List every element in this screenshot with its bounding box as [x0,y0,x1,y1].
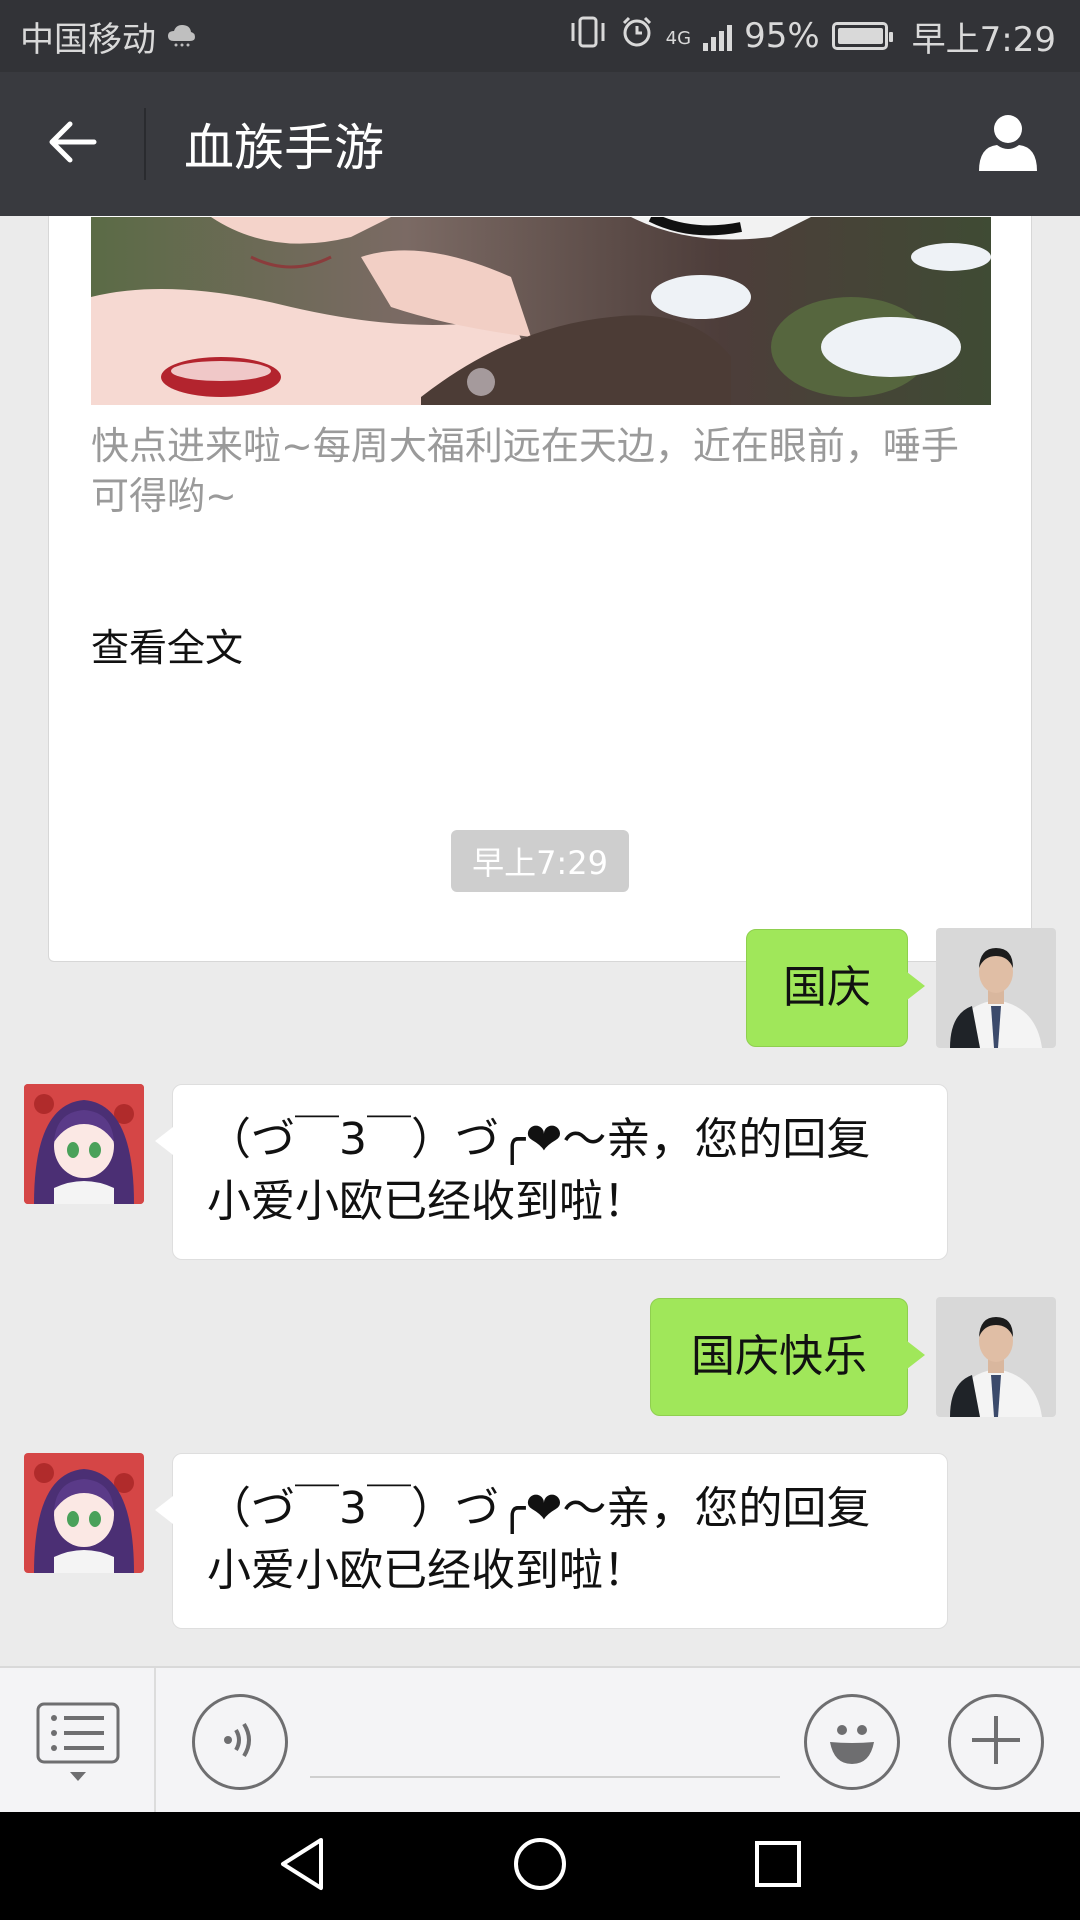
input-bar [0,1666,1080,1814]
read-more-link[interactable]: 查看全文 [91,617,243,672]
alarm-clock-icon [620,15,654,58]
chat-header: 血族手游 [0,72,1080,216]
input-divider [154,1668,156,1814]
battery-icon [831,22,893,50]
status-time-label: 早上7:29 [911,19,1056,60]
sent-message-bubble[interactable]: 国庆 [746,929,925,1047]
nav-back-button[interactable] [270,1834,334,1898]
menu-toggle-button[interactable] [36,1702,120,1784]
header-divider [144,108,146,180]
message-text: （づ￣3￣）づ╭❤～亲，您的回复小爱小欧已经收到啦！ [207,1483,871,1596]
triangle-back-icon [277,1836,327,1896]
nav-home-button[interactable] [508,1834,572,1898]
received-message-bubble[interactable]: （づ￣3￣）づ╭❤～亲，您的回复小爱小欧已经收到啦！ [155,1084,948,1260]
bot-avatar[interactable] [24,1453,144,1573]
article-description: 快点进来啦~每周大福利远在天边，近在眼前，唾手可得哟~ [91,424,959,518]
received-message-bubble[interactable]: （づ￣3￣）づ╭❤～亲，您的回复小爱小欧已经收到啦！ [155,1453,948,1629]
plus-icon [968,1712,1024,1772]
nav-recent-button[interactable] [746,1834,810,1898]
voice-icon [220,1720,260,1764]
person-icon [975,109,1041,179]
sent-message-bubble[interactable]: 国庆快乐 [650,1298,925,1416]
message-text: （づ￣3￣）づ╭❤～亲，您的回复小爱小欧已经收到啦！ [207,1114,871,1227]
weather-cloud-icon [166,16,196,56]
battery-percent-label: 95% [744,16,820,56]
system-nav-bar [0,1812,1080,1920]
bot-avatar[interactable] [24,1084,144,1204]
my-avatar[interactable] [936,1297,1056,1417]
message-text: 国庆快乐 [691,1331,867,1382]
message-input[interactable] [310,1708,780,1778]
article-cover-image [91,217,991,405]
my-avatar[interactable] [936,928,1056,1048]
message-text: 国庆 [783,962,871,1013]
carrier-label: 中国移动 [20,19,156,60]
square-recent-icon [753,1839,803,1893]
vibrate-icon [568,15,608,58]
status-bar: 中国移动 4G 95% 早上7:29 [0,0,1080,72]
menu-list-icon [36,1702,120,1788]
emoji-icon [822,1710,882,1774]
arrow-left-icon [46,120,98,168]
more-options-button[interactable] [948,1694,1044,1790]
chat-title: 血族手游 [184,119,384,177]
chat-profile-button[interactable] [936,72,1080,216]
voice-button[interactable] [192,1694,288,1790]
signal-strength-icon [703,21,733,51]
chat-area[interactable]: 快点进来啦~每周大福利远在天边，近在眼前，唾手可得哟~ 查看全文 早上7:29 … [0,216,1080,1666]
network-type-label: 4G [665,27,692,49]
message-timestamp: 早上7:29 [451,830,629,892]
emoji-button[interactable] [804,1694,900,1790]
back-button[interactable] [0,72,144,216]
circle-home-icon [512,1836,568,1896]
